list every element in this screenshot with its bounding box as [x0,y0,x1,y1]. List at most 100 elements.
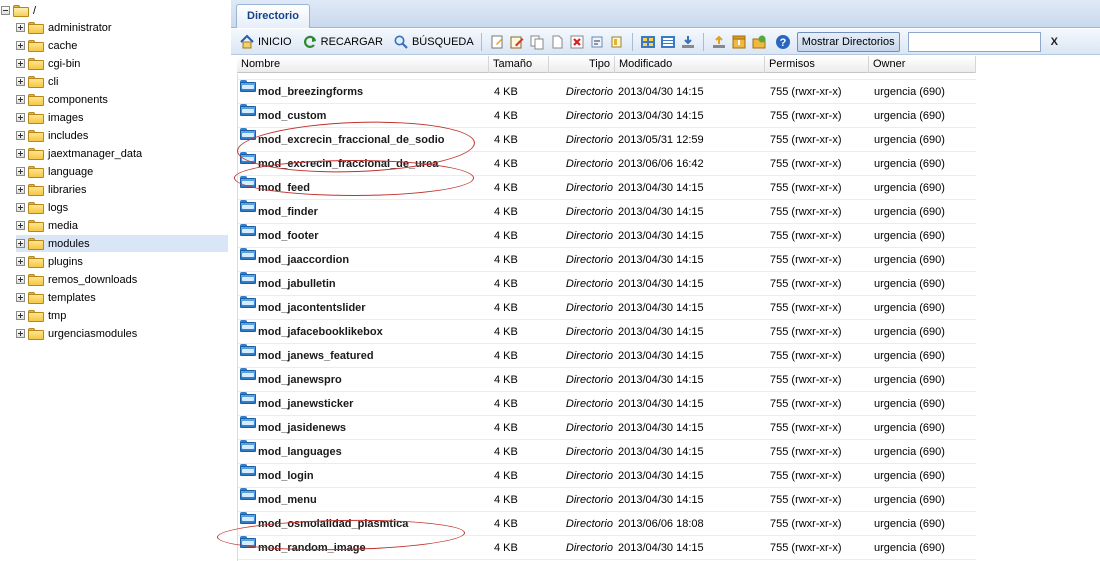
table-row[interactable]: mod_janewsticker 4 KB Directorio 2013/04/30… [238,392,976,416]
view-details-button[interactable] [658,32,678,52]
file-size: 4 KB [494,134,518,146]
column-size[interactable]: Tamaño [489,56,549,73]
tree-item[interactable]: tmp [16,307,228,324]
table-row[interactable]: mod_jacontentslider 4 KB Directorio 2013/04… [238,296,976,320]
tree-item[interactable]: language [16,163,228,180]
tree-item-label: tmp [48,309,67,322]
tree-item[interactable]: includes [16,127,228,144]
table-row[interactable]: mod_footer 4 KB Directorio 2013/04/30 14:15… [238,224,976,248]
new-file-button[interactable] [487,32,507,52]
expand-icon[interactable] [16,23,25,32]
tree-item[interactable]: libraries [16,181,228,198]
expand-icon[interactable] [16,275,25,284]
tree-item[interactable]: administrator [16,19,228,36]
expand-icon[interactable] [16,311,25,320]
file-name[interactable]: mod_jasidenews [258,416,346,440]
file-owner: urgencia (690) [874,182,945,194]
table-row[interactable]: mod_menu 4 KB Directorio 2013/04/30 14:15 75… [238,488,976,512]
expand-icon[interactable] [16,77,25,86]
file-name[interactable]: mod_jaaccordion [258,248,349,272]
tree-item[interactable]: components [16,91,228,108]
tree-item[interactable]: plugins [16,253,228,270]
tree-item[interactable]: cli [16,73,228,90]
file-name[interactable]: mod_login [258,464,314,488]
expand-icon[interactable] [16,221,25,230]
column-type[interactable]: Tipo [549,56,615,73]
tree-root[interactable]: / [1,2,36,19]
file-name[interactable]: mod_jabulletin [258,272,336,296]
table-row[interactable]: mod_breezingforms 4 KB Directorio 2013/04/3… [238,80,976,104]
tree-item[interactable]: jaextmanager_data [16,145,228,162]
tree-item[interactable]: media [16,217,228,234]
tab-directorio[interactable]: Directorio [236,4,310,28]
table-row[interactable]: mod_languages 4 KB Directorio 2013/04/30 14… [238,440,976,464]
tree-item[interactable]: cgi-bin [16,55,228,72]
file-name[interactable]: mod_breezingforms [258,80,363,104]
folder-icon [28,273,44,286]
expand-icon[interactable] [16,203,25,212]
file-name[interactable]: mod_jacontentslider [258,296,366,320]
table-row[interactable]: mod_janewspro 4 KB Directorio 2013/04/30 14… [238,368,976,392]
expand-icon[interactable] [16,167,25,176]
delete-button[interactable] [567,32,587,52]
reload-button[interactable]: RECARGAR [300,32,385,52]
show-directories-button[interactable]: Mostrar Directorios [796,31,900,52]
column-modified[interactable]: Modificado [615,56,765,73]
rename-button[interactable] [587,32,607,52]
table-row[interactable]: mod_jabulletin 4 KB Directorio 2013/04/30 1… [238,272,976,296]
column-permissions[interactable]: Permisos [765,56,869,73]
directory-icon [240,104,256,116]
expand-icon[interactable] [16,293,25,302]
file-name[interactable]: mod_finder [258,200,318,224]
tree-item[interactable]: templates [16,289,228,306]
table-row[interactable]: mod_jasidenews 4 KB Directorio 2013/04/30 1… [238,416,976,440]
tree-item[interactable]: images [16,109,228,126]
expand-icon[interactable] [16,131,25,140]
expand-icon[interactable] [16,329,25,338]
copy-button[interactable] [527,32,547,52]
collapse-icon[interactable] [1,6,10,15]
expand-icon[interactable] [16,257,25,266]
file-name[interactable]: mod_janewspro [258,368,342,392]
expand-icon[interactable] [16,95,25,104]
file-type: Directorio [565,302,613,314]
properties-button[interactable] [607,32,627,52]
expand-icon[interactable] [16,185,25,194]
clear-filter-button[interactable]: X [1051,36,1058,48]
file-name[interactable]: mod_janews_featured [258,344,374,368]
upload-button[interactable] [709,32,729,52]
table-row[interactable]: mod_finder 4 KB Directorio 2013/04/30 14:15… [238,200,976,224]
column-owner[interactable]: Owner [869,56,976,73]
file-name[interactable]: mod_janewsticker [258,392,353,416]
new-document-button[interactable] [547,32,567,52]
edit-button[interactable] [507,32,527,52]
expand-icon[interactable] [16,113,25,122]
file-name[interactable]: mod_languages [258,440,342,464]
file-name[interactable]: mod_menu [258,488,317,512]
view-icons-button[interactable] [638,32,658,52]
table-row[interactable]: mod_janews_featured 4 KB Directorio 2013/04… [238,344,976,368]
table-row[interactable]: mod_jafacebooklikebox 4 KB Directorio 2013/… [238,320,976,344]
file-name[interactable]: mod_footer [258,224,319,248]
file-name[interactable]: mod_jafacebooklikebox [258,320,383,344]
tree-item[interactable]: urgenciasmodules [16,325,228,342]
download-button[interactable] [678,32,698,52]
file-modified: 2013/04/30 14:15 [618,350,704,362]
archive-button[interactable] [729,32,749,52]
filter-input[interactable] [907,31,1041,52]
table-row[interactable]: mod_jaaccordion 4 KB Directorio 2013/04/30 … [238,248,976,272]
extract-button[interactable] [749,32,769,52]
expand-icon[interactable] [16,149,25,158]
column-name[interactable]: Nombre [237,56,489,73]
tree-item[interactable]: modules [16,235,228,252]
tree-item[interactable]: logs [16,199,228,216]
tree-item[interactable]: remos_downloads [16,271,228,288]
tree-item[interactable]: cache [16,37,228,54]
home-button[interactable]: INICIO [237,32,294,52]
help-button[interactable]: ? [773,32,793,52]
search-button[interactable]: BÚSQUEDA [391,32,476,52]
expand-icon[interactable] [16,41,25,50]
expand-icon[interactable] [16,239,25,248]
expand-icon[interactable] [16,59,25,68]
table-row[interactable]: mod_login 4 KB Directorio 2013/04/30 14:15 7… [238,464,976,488]
